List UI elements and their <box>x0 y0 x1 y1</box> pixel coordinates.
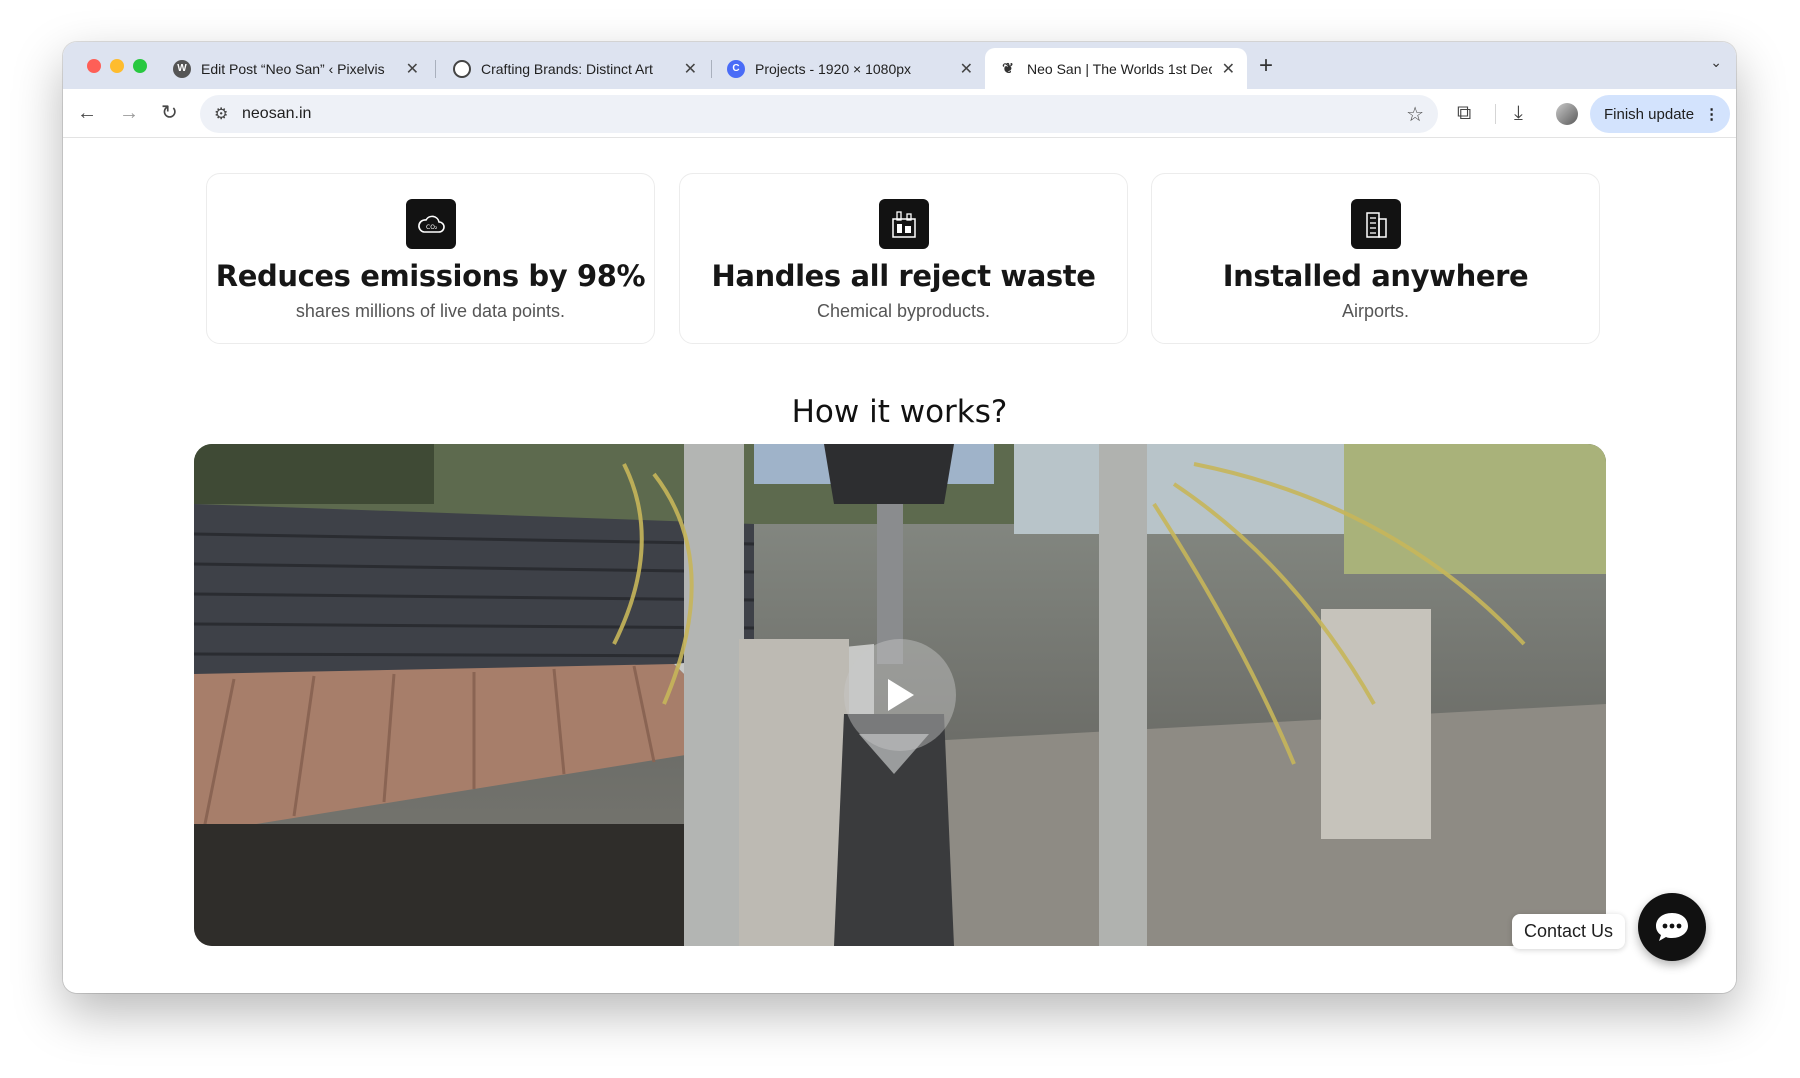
tab-title: Edit Post “Neo San” ‹ Pixelvis <box>201 60 385 77</box>
minimize-window-button[interactable] <box>110 59 124 73</box>
close-window-button[interactable] <box>87 59 101 73</box>
wordpress-icon: W <box>173 59 191 78</box>
feature-card-install: Installed anywhere Airports. <box>1151 173 1600 344</box>
play-button[interactable] <box>844 639 956 751</box>
play-icon <box>888 679 914 711</box>
close-icon[interactable]: ✕ <box>960 59 973 79</box>
feature-subtext: Airports. <box>1341 301 1410 321</box>
feature-card-waste: Handles all reject waste Chemical byprod… <box>679 173 1128 344</box>
chemical-bottles-icon <box>878 199 929 249</box>
feature-heading: Reduces emissions by 98% <box>215 259 646 293</box>
feature-subtext: shares millions of live data points. <box>295 301 566 321</box>
profile-avatar[interactable] <box>1556 103 1578 125</box>
maximize-window-button[interactable] <box>133 59 147 73</box>
address-bar[interactable]: ⚙ neosan.in ☆ <box>200 95 1438 133</box>
feature-subtext: Chemical byproducts. <box>816 301 991 321</box>
feature-heading: Handles all reject waste <box>711 259 1096 293</box>
tab-title: Neo San | The Worlds 1st Dec <box>1027 60 1212 77</box>
site-settings-icon[interactable]: ⚙ <box>214 104 228 124</box>
feature-card-emissions: CO₂ Reduces emissions by 98% shares mill… <box>206 173 655 344</box>
browser-window: W Edit Post “Neo San” ‹ Pixelvis ✕ Craft… <box>63 42 1736 993</box>
finish-update-button[interactable]: Finish update ⋮ <box>1590 95 1730 133</box>
browser-toolbar: ← → ↻ ⚙ neosan.in ☆ ⧉ ⤓ Finish update ⋮ <box>63 89 1736 138</box>
cloud-co2-icon: CO₂ <box>405 199 456 249</box>
tab-strip: W Edit Post “Neo San” ‹ Pixelvis ✕ Craft… <box>63 42 1736 89</box>
forward-arrow-icon[interactable]: → <box>119 101 139 125</box>
extensions-puzzle-icon[interactable]: ⧉ <box>1457 101 1471 125</box>
chat-button[interactable] <box>1638 893 1706 961</box>
more-vert-icon[interactable]: ⋮ <box>1704 105 1719 123</box>
close-icon[interactable]: ✕ <box>684 59 697 79</box>
contact-us-label[interactable]: Contact Us <box>1512 914 1626 949</box>
tab-search-chevron-icon[interactable]: ⌄ <box>1710 54 1722 71</box>
how-it-works-video[interactable] <box>194 444 1606 946</box>
download-icon[interactable]: ⤓ <box>1514 101 1523 125</box>
tab-title: Crafting Brands: Distinct Art <box>481 60 653 77</box>
page-content: CO₂ Reduces emissions by 98% shares mill… <box>63 138 1736 993</box>
tab-crafting-brands[interactable]: Crafting Brands: Distinct Art ✕ <box>439 48 709 89</box>
building-icon <box>1350 199 1401 249</box>
openai-icon <box>453 59 471 78</box>
feature-heading: Installed anywhere <box>1222 259 1529 293</box>
reload-icon[interactable]: ↻ <box>161 101 178 125</box>
tab-projects[interactable]: C Projects - 1920 × 1080px ✕ <box>713 48 985 89</box>
close-icon[interactable]: ✕ <box>1222 59 1235 79</box>
neosan-icon: ❦ <box>999 59 1017 78</box>
chat-bubble-icon <box>1656 913 1688 941</box>
finish-update-label: Finish update <box>1604 105 1695 123</box>
tab-edit-post[interactable]: W Edit Post “Neo San” ‹ Pixelvis ✕ <box>159 48 431 89</box>
close-icon[interactable]: ✕ <box>406 59 419 79</box>
tab-title: Projects - 1920 × 1080px <box>755 60 912 77</box>
bookmark-star-icon[interactable]: ☆ <box>1406 102 1424 127</box>
tab-neo-san[interactable]: ❦ Neo San | The Worlds 1st Dec ✕ <box>985 48 1247 89</box>
canva-icon: C <box>727 59 745 78</box>
svg-text:CO₂: CO₂ <box>426 224 438 231</box>
back-arrow-icon[interactable]: ← <box>77 101 97 125</box>
new-tab-button[interactable]: + <box>1259 52 1273 80</box>
url-text[interactable]: neosan.in <box>242 105 311 123</box>
how-it-works-title: How it works? <box>791 394 1008 430</box>
